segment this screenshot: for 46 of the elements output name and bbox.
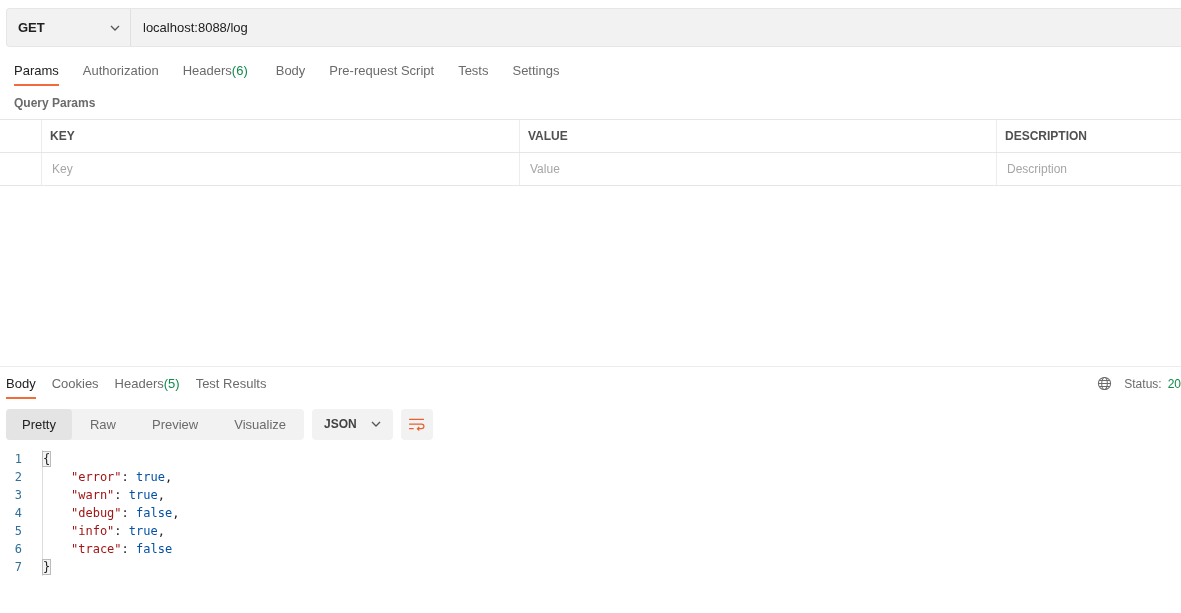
view-mode-tab[interactable]: Preview xyxy=(134,408,217,440)
globe-icon[interactable] xyxy=(1097,376,1113,391)
chevron-down-icon xyxy=(370,421,381,427)
param-input-field[interactable]: Value xyxy=(528,161,988,177)
request-tab[interactable]: Headers(6) xyxy=(182,63,248,86)
code-line: "debug": false, xyxy=(42,504,180,522)
request-tab[interactable]: Tests xyxy=(458,63,489,86)
text-wrap-icon xyxy=(408,417,426,431)
param-input-field[interactable]: Key xyxy=(50,161,511,177)
line-number: 6 xyxy=(13,541,23,558)
request-tab[interactable]: Body xyxy=(275,63,306,86)
column-header: KEY xyxy=(50,129,75,143)
param-input-field[interactable]: Description xyxy=(1005,161,1173,177)
response-tab[interactable]: Headers(5) xyxy=(114,376,180,399)
code-line: } xyxy=(42,558,51,576)
url-field[interactable]: localhost:8088/log xyxy=(131,8,1181,47)
request-tab[interactable]: Params xyxy=(14,63,59,86)
chevron-down-icon xyxy=(110,24,120,31)
column-header: VALUE xyxy=(528,129,568,143)
line-number: 7 xyxy=(13,559,23,576)
section-title: Query Params xyxy=(14,96,97,110)
response-tab[interactable]: Test Results xyxy=(195,376,267,399)
status-label: Status: xyxy=(1124,376,1162,391)
view-mode-tab[interactable]: Visualize xyxy=(216,408,305,440)
line-number: 3 xyxy=(13,487,23,504)
code-line: "error": true, xyxy=(42,468,173,486)
line-number: 4 xyxy=(13,505,23,522)
code-line: { xyxy=(42,450,51,468)
line-number: 5 xyxy=(13,523,23,540)
request-tab[interactable]: Settings xyxy=(512,63,560,86)
response-tab[interactable]: Cookies xyxy=(51,376,99,399)
view-mode-tab[interactable]: Pretty xyxy=(6,408,72,440)
status-code: 20 xyxy=(1167,376,1181,391)
format-dropdown[interactable]: JSON xyxy=(312,408,393,440)
wrap-button[interactable] xyxy=(400,408,433,440)
line-number: 2 xyxy=(13,469,23,486)
request-tab[interactable]: Authorization xyxy=(82,63,159,86)
response-tab[interactable]: Body xyxy=(6,376,36,399)
column-header: DESCRIPTION xyxy=(1005,129,1087,143)
code-line: "warn": true, xyxy=(42,486,165,504)
code-line: "info": true, xyxy=(42,522,165,540)
method-dropdown[interactable]: GET xyxy=(6,8,131,47)
request-tab[interactable]: Pre-request Script xyxy=(329,63,435,86)
line-number: 1 xyxy=(13,451,23,468)
code-line: "trace": false xyxy=(42,540,173,558)
view-mode-tab[interactable]: Raw xyxy=(71,408,134,440)
